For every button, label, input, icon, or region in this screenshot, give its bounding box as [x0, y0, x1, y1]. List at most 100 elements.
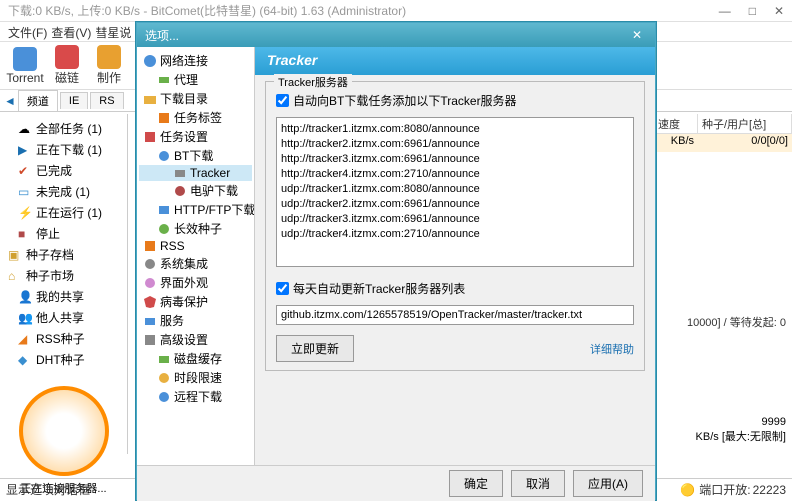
tag-icon [157, 111, 171, 125]
seed-icon [157, 222, 171, 236]
http-icon [157, 203, 171, 217]
torrent-button[interactable]: Torrent [6, 47, 44, 85]
tree-sysint[interactable]: 系统集成 [139, 254, 252, 273]
dialog-title-bar[interactable]: 选项... ✕ [137, 23, 655, 47]
market-icon: ⌂ [8, 269, 22, 283]
sidebar-running[interactable]: ⚡正在运行 (1) [4, 202, 123, 223]
minimize-icon[interactable]: — [719, 4, 731, 18]
maximize-icon[interactable]: □ [749, 4, 756, 18]
tree-diskcache[interactable]: 磁盘缓存 [139, 349, 252, 368]
tree-virus[interactable]: 病毒保护 [139, 292, 252, 311]
sidebar-rssseed[interactable]: ◢RSS种子 [4, 328, 123, 349]
pane-header: Tracker [255, 47, 655, 75]
people-icon: 👥 [18, 311, 32, 325]
radar-icon [19, 386, 109, 476]
dialog-close-icon[interactable]: ✕ [627, 28, 647, 42]
cloud-icon: ☁ [18, 122, 32, 136]
globe-icon [143, 54, 157, 68]
sidebar-done[interactable]: ✔已完成 [4, 160, 123, 181]
status-left: 显示选项对话框 [6, 481, 90, 498]
sidebar-stopped[interactable]: ■停止 [4, 223, 123, 244]
menu-view[interactable]: 查看(V) [51, 24, 91, 39]
tree-emule[interactable]: 电驴下载 [139, 181, 252, 200]
sidebar-dhtseed[interactable]: ◆DHT种子 [4, 349, 123, 370]
status-n: 9999 [762, 416, 786, 428]
tree-proxy[interactable]: 代理 [139, 70, 252, 89]
left-sidebar: ☁全部任务 (1) ▶正在下载 (1) ✔已完成 ▭未完成 (1) ⚡正在运行 … [0, 114, 128, 454]
bolt-icon: ⚡ [18, 206, 32, 220]
tree-remote[interactable]: 远程下载 [139, 387, 252, 406]
gear-icon [143, 257, 157, 271]
options-pane: Tracker Tracker服务器 自动向BT下载任务添加以下Tracker服… [255, 47, 655, 465]
task-list-fragment: 速度 种子/用户[总] KB/s 0/0[0/0] 10000] / 等待发起:… [654, 114, 792, 454]
cancel-button[interactable]: 取消 [511, 470, 565, 497]
group-title: Tracker服务器 [274, 74, 352, 90]
sidebar-all[interactable]: ☁全部任务 (1) [4, 118, 123, 139]
task-icon [143, 130, 157, 144]
dialog-footer: 确定 取消 应用(A) [137, 465, 655, 501]
tree-network[interactable]: 网络连接 [139, 51, 252, 70]
service-icon [143, 314, 157, 328]
menu-comet[interactable]: 彗星说 [95, 24, 131, 39]
auto-add-tracker-checkbox[interactable]: 自动向BT下载任务添加以下Tracker服务器 [276, 92, 634, 109]
col-speed[interactable]: 速度 [654, 114, 698, 133]
shield-icon [143, 295, 157, 309]
tree-service[interactable]: 服务 [139, 311, 252, 330]
tracker-url-input[interactable] [276, 305, 634, 325]
bt-icon [157, 149, 171, 163]
clock-icon [157, 371, 171, 385]
dht-icon: ◆ [18, 353, 32, 367]
tab-rss[interactable]: RS [90, 92, 123, 109]
tree-advset[interactable]: 高级设置 [139, 330, 252, 349]
checkbox-input[interactable] [276, 94, 289, 107]
tracker-list-textarea[interactable] [276, 117, 634, 267]
sidebar-market[interactable]: ⌂种子市场 [4, 265, 123, 286]
make-button[interactable]: 制作 [90, 45, 128, 86]
checkbox-input[interactable] [276, 282, 289, 295]
update-now-button[interactable]: 立即更新 [276, 335, 354, 362]
tab-arrow-icon[interactable]: ◄ [4, 94, 16, 108]
stop-icon: ■ [18, 227, 32, 241]
port-label: 端口开放: [699, 481, 750, 498]
tree-taskset[interactable]: 任务设置 [139, 127, 252, 146]
tab-ie[interactable]: IE [60, 92, 88, 109]
status-limit: KB/s [最大:无限制] [696, 428, 786, 444]
rss-icon [143, 239, 157, 253]
sidebar-incomplete[interactable]: ▭未完成 (1) [4, 181, 123, 202]
sidebar-othershare[interactable]: 👥他人共享 [4, 307, 123, 328]
apply-button[interactable]: 应用(A) [573, 470, 643, 497]
menu-file[interactable]: 文件(F) [8, 24, 47, 39]
port-value: 22223 [753, 483, 786, 497]
tree-tasktag[interactable]: 任务标签 [139, 108, 252, 127]
magnet-button[interactable]: 磁链 [48, 45, 86, 86]
tree-dldir[interactable]: 下载目录 [139, 89, 252, 108]
ok-button[interactable]: 确定 [449, 470, 503, 497]
col-seeds[interactable]: 种子/用户[总] [698, 114, 792, 133]
tree-httpftp[interactable]: HTTP/FTP下载 [139, 200, 252, 219]
tracker-icon [173, 166, 187, 180]
sidebar-downloading[interactable]: ▶正在下载 (1) [4, 139, 123, 160]
tree-btdl[interactable]: BT下载 [139, 146, 252, 165]
tab-channel[interactable]: 频道 [18, 90, 58, 111]
tracker-servers-group: Tracker服务器 自动向BT下载任务添加以下Tracker服务器 每天自动更… [265, 81, 645, 371]
tree-tracker[interactable]: Tracker [139, 165, 252, 181]
emule-icon [173, 184, 187, 198]
share-icon: 👤 [18, 290, 32, 304]
sidebar-myshare[interactable]: 👤我的共享 [4, 286, 123, 307]
tree-rss[interactable]: RSS [139, 238, 252, 254]
palette-icon [143, 276, 157, 290]
proxy-icon [157, 73, 171, 87]
tree-schedule[interactable]: 时段限速 [139, 368, 252, 387]
daily-update-checkbox[interactable]: 每天自动更新Tracker服务器列表 [276, 280, 634, 297]
sidebar-archive[interactable]: ▣种子存档 [4, 244, 123, 265]
tree-uiskin[interactable]: 界面外观 [139, 273, 252, 292]
check-icon: ✔ [18, 164, 32, 178]
tree-longseed[interactable]: 长效种子 [139, 219, 252, 238]
page-icon: ▭ [18, 185, 32, 199]
close-icon[interactable]: ✕ [774, 4, 784, 18]
disk-icon [157, 352, 171, 366]
rss-icon: ◢ [18, 332, 32, 346]
archive-icon: ▣ [8, 248, 22, 262]
remote-icon [157, 390, 171, 404]
detailed-help-link[interactable]: 详细帮助 [590, 341, 634, 357]
